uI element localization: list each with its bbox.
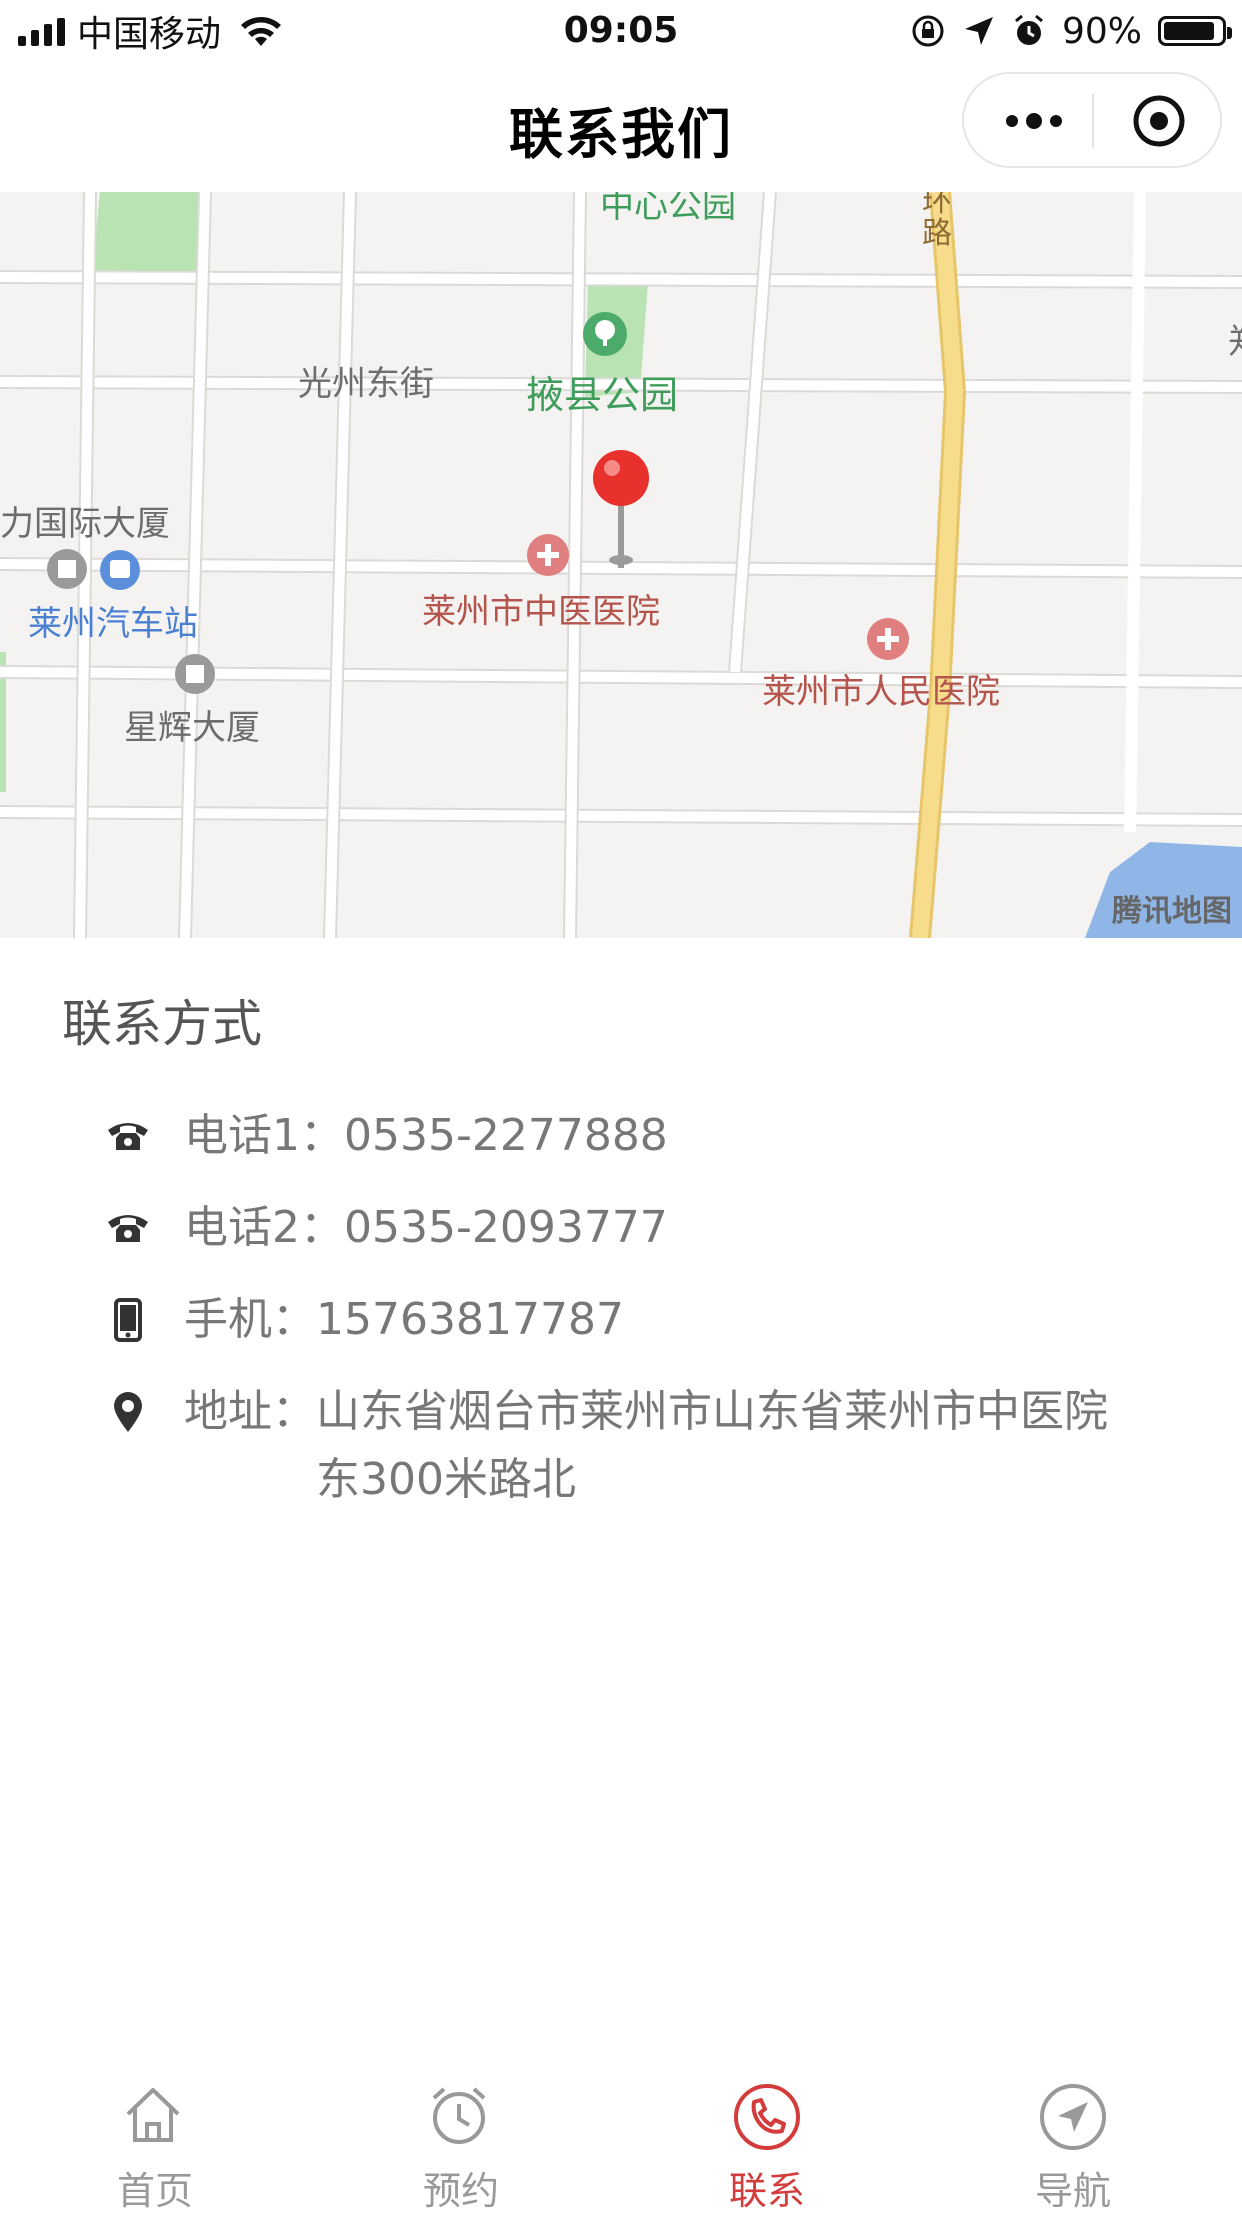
phone1-text: 电话1：0535-2277888 [184,1110,668,1161]
location-map[interactable]: 中心公园 环路 郑 光州东街 掖县公园 力国际大厦 莱州汽车站 星辉大厦 莱州市… [0,192,1242,938]
tab-home[interactable]: 首页 [0,2060,310,2213]
rotation-lock-icon [912,15,944,47]
bus-poi-icon [100,550,140,590]
mobile-text: 手机：15763817787 [184,1294,624,1345]
tab-contact[interactable]: 联系 [612,2060,922,2213]
park-poi-icon [583,312,627,356]
tab-navigation[interactable]: 导航 [918,2060,1228,2213]
phone1-row[interactable]: 电话1：0535-2277888 [100,1102,1180,1170]
phone2-text: 电话2：0535-2093777 [184,1202,668,1253]
mini-program-capsule [962,72,1222,168]
close-program-icon[interactable] [1132,94,1186,148]
alarm-clock-icon [432,2087,486,2144]
more-icon[interactable] [1004,108,1064,134]
map-label-building: 力国际大厦 [0,504,170,544]
map-label-peoples-hospital: 莱州市人民医院 [762,672,1000,712]
capsule-divider [1092,94,1094,148]
map-label-tcm-hospital: 莱州市中医医院 [422,592,660,632]
nav-bar: 联系我们 [0,62,1242,192]
section-title: 联系方式 [62,995,262,1053]
status-bar: 中国移动 09:05 90% [0,0,1242,62]
tab-home-label: 首页 [116,2169,193,2213]
battery-percent: 90% [1061,10,1142,52]
telephone-icon [100,1108,156,1164]
telephone-icon [100,1200,156,1256]
address-row: 地址： 山东省烟台市莱州市山东省莱州市中医院东300米路北 [100,1378,1180,1514]
phone2-row[interactable]: 电话2：0535-2093777 [100,1194,1180,1262]
alarm-icon [1015,14,1043,45]
map-label-park: 掖县公园 [526,373,679,417]
map-canvas [0,192,1242,938]
map-label-star-building: 星辉大厦 [124,708,260,748]
map-label-park-top: 中心公园 [600,192,736,226]
map-marker-icon [100,1384,156,1440]
map-label-edge: 郑 [1228,314,1242,363]
map-label-bus-station: 莱州汽车站 [28,604,198,644]
address-text: 地址： 山东省烟台市莱州市山东省莱州市中医院东300米路北 [184,1378,1136,1514]
map-watermark: 腾讯地图 [1112,894,1232,929]
battery-icon [1158,16,1232,46]
map-label-ring-road: 环路 [922,192,952,251]
mobile-row[interactable]: 手机：15763817787 [100,1286,1180,1354]
location-arrow-icon [964,17,993,45]
tab-contact-label: 联系 [728,2169,805,2213]
tab-booking[interactable]: 预约 [306,2060,616,2213]
status-right: 90% [910,10,1232,52]
map-label-street: 光州东街 [298,364,434,404]
tab-navigation-label: 导航 [1034,2169,1111,2213]
address-value: 山东省烟台市莱州市山东省莱州市中医院东300米路北 [316,1386,1108,1505]
home-icon [126,2088,180,2142]
tab-booking-label: 预约 [422,2169,499,2213]
mobile-phone-icon [100,1292,156,1348]
navigation-arrow-icon [1040,2084,1106,2150]
tab-bar: 首页 预约 联系 导航 [0,2060,1242,2213]
address-label: 地址： [184,1386,316,1437]
phone-icon [734,2084,800,2150]
